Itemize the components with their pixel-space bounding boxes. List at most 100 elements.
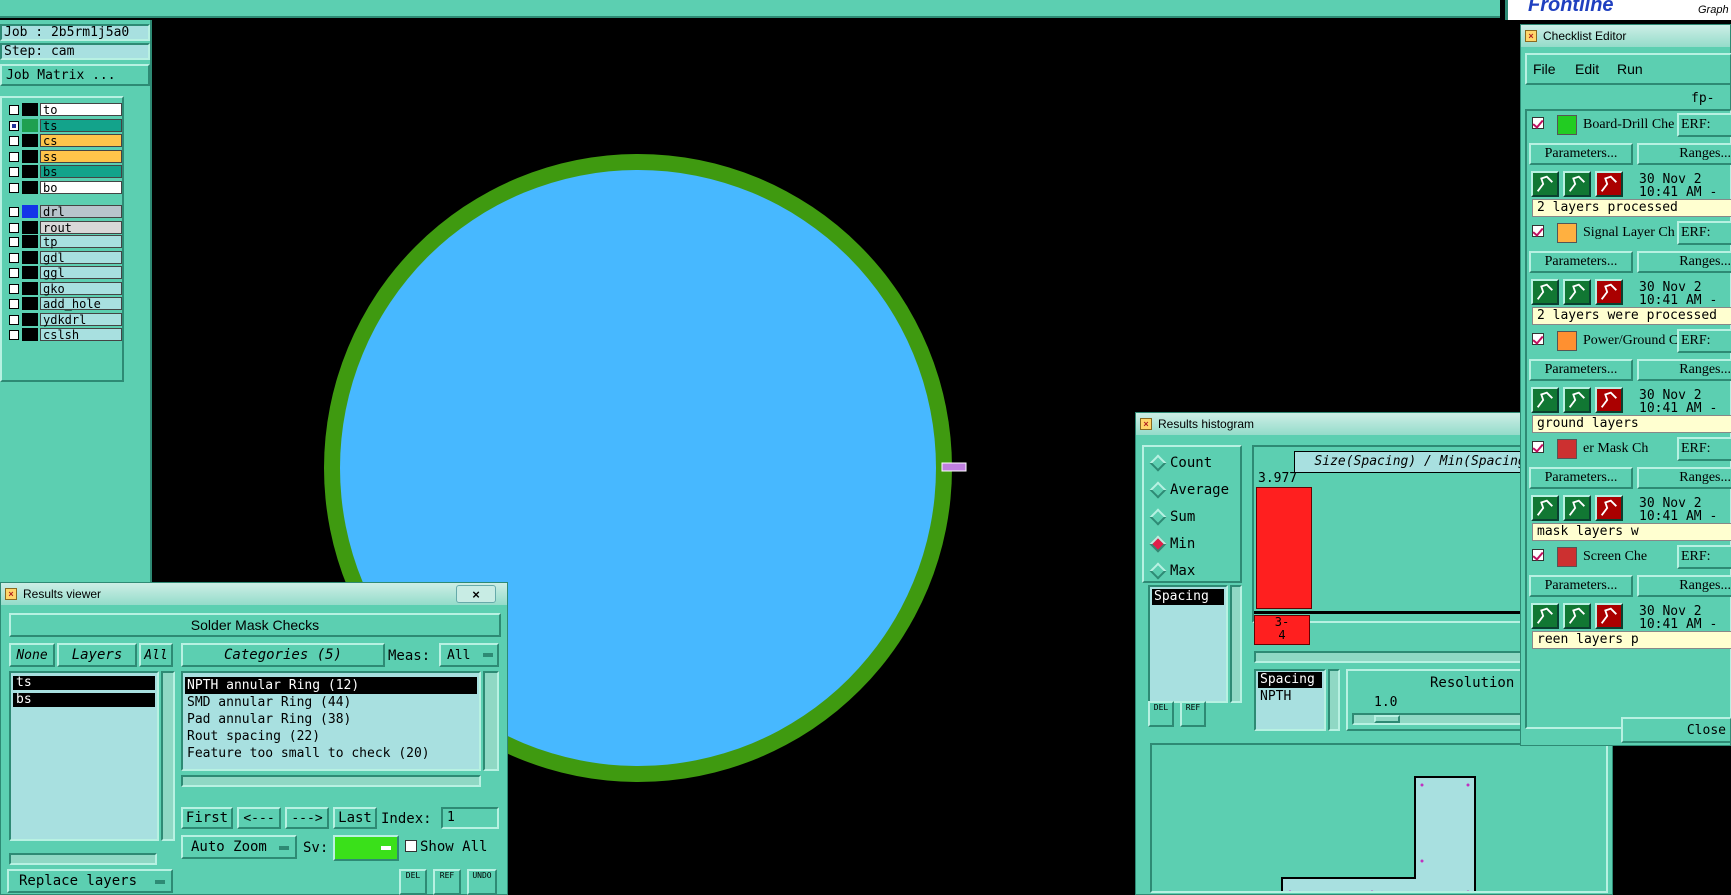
radio-button[interactable] — [1149, 481, 1167, 499]
layer-row-cs[interactable]: cs — [7, 133, 122, 148]
mode-average[interactable]: Average — [1144, 480, 1240, 500]
run-icon[interactable] — [1531, 279, 1559, 305]
del-button[interactable]: DEL — [399, 869, 427, 895]
job-matrix-button[interactable]: Job Matrix ... — [0, 64, 150, 86]
replace-layers-select[interactable]: Replace layers — [7, 869, 173, 893]
layer-checkbox[interactable] — [9, 151, 19, 162]
resolution-slider-thumb[interactable] — [1374, 715, 1400, 723]
layer-checkbox[interactable] — [9, 136, 19, 146]
layers-button[interactable]: Layers — [57, 643, 137, 667]
mode-sum[interactable]: Sum — [1144, 507, 1240, 527]
layer-checkbox[interactable] — [9, 167, 19, 177]
run-icon[interactable] — [1563, 387, 1591, 413]
none-button[interactable]: None — [9, 643, 55, 667]
parameters-button[interactable]: Parameters... — [1529, 359, 1633, 381]
ranges-button[interactable]: Ranges... — [1637, 251, 1731, 273]
category-item[interactable]: Feature too small to check (20) — [185, 745, 477, 762]
layer-row-bs[interactable]: bs — [7, 164, 122, 179]
layer-result-item[interactable]: ts — [13, 676, 155, 690]
show-all-checkbox[interactable] — [405, 840, 417, 852]
first-button[interactable]: First — [181, 807, 233, 829]
menu-file[interactable]: File — [1533, 61, 1556, 77]
mode-count[interactable]: Count — [1144, 453, 1240, 473]
run-icon[interactable] — [1563, 279, 1591, 305]
all-button[interactable]: All — [139, 643, 173, 667]
mode-max[interactable]: Max — [1144, 561, 1240, 581]
layer-row-ydkdrl[interactable]: ydkdrl — [7, 312, 122, 327]
item-enable-checkbox[interactable] — [1532, 441, 1544, 453]
erf-button[interactable]: ERF: — [1677, 221, 1731, 245]
stop-icon[interactable] — [1595, 495, 1623, 521]
item-enable-checkbox[interactable] — [1532, 225, 1544, 237]
layer-checkbox[interactable] — [9, 330, 19, 340]
erf-button[interactable]: ERF: — [1677, 329, 1731, 353]
layer-row-add_hole[interactable]: add_hole — [7, 296, 122, 311]
menu-run[interactable]: Run — [1617, 61, 1643, 77]
stop-icon[interactable] — [1595, 279, 1623, 305]
layer-row-ts[interactable]: ts — [7, 118, 122, 133]
hist-ref-button[interactable]: REF — [1180, 701, 1206, 727]
prev-button[interactable]: <--- — [237, 807, 281, 829]
layer-row-gko[interactable]: gko — [7, 281, 122, 296]
ref-button[interactable]: REF — [433, 869, 461, 895]
index-input[interactable]: 1 — [441, 807, 499, 829]
layer-checkbox[interactable] — [9, 252, 19, 263]
run-icon[interactable] — [1531, 171, 1559, 197]
item-enable-checkbox[interactable] — [1532, 333, 1544, 345]
metric-item[interactable]: Spacing — [1152, 589, 1224, 605]
layer-checkbox[interactable] — [9, 268, 19, 278]
radio-button[interactable] — [1149, 562, 1167, 580]
zoom-select[interactable]: Auto Zoom — [181, 835, 297, 859]
radio-button[interactable] — [1149, 535, 1167, 553]
ranges-button[interactable]: Ranges... — [1637, 467, 1731, 489]
categories-button[interactable]: Categories (5) — [181, 643, 385, 667]
stop-icon[interactable] — [1595, 603, 1623, 629]
layer-row-gdl[interactable]: gdl — [7, 250, 122, 265]
layer-row-bo[interactable]: bo — [7, 180, 122, 195]
category-scrollbar[interactable] — [483, 671, 499, 771]
layer-result-item[interactable]: bs — [13, 693, 155, 707]
metric-list[interactable]: Spacing — [1148, 585, 1228, 703]
item-enable-checkbox[interactable] — [1532, 117, 1544, 129]
layer-row-rout[interactable]: rout — [7, 220, 122, 235]
hist-del-button[interactable]: DEL — [1148, 701, 1174, 727]
parameters-button[interactable]: Parameters... — [1529, 251, 1633, 273]
run-icon[interactable] — [1531, 495, 1559, 521]
run-icon[interactable] — [1531, 387, 1559, 413]
layer-row-ss[interactable]: ss — [7, 149, 122, 164]
radio-button[interactable] — [1149, 508, 1167, 526]
layer-checkbox[interactable] — [9, 182, 19, 193]
layer-row-tp[interactable]: tp — [7, 234, 122, 249]
layer-checkbox[interactable] — [9, 299, 19, 309]
layer-row-to[interactable]: to — [7, 102, 122, 117]
last-button[interactable]: Last — [333, 807, 377, 829]
layer-list-scrollbar[interactable] — [161, 671, 175, 841]
layer-row-drl[interactable]: drl — [7, 204, 122, 219]
stop-icon[interactable] — [1595, 387, 1623, 413]
histogram-bar[interactable] — [1256, 487, 1312, 609]
layer-list-hscrollbar[interactable] — [9, 853, 157, 865]
category-hscrollbar[interactable] — [181, 775, 481, 787]
checklist-close-button[interactable]: Close — [1621, 717, 1731, 743]
category-item[interactable]: SMD annular Ring (44) — [185, 694, 477, 711]
ranges-button[interactable]: Ranges... — [1637, 575, 1731, 597]
parameters-button[interactable]: Parameters... — [1529, 575, 1633, 597]
results-viewer-close-button[interactable]: × — [456, 585, 496, 603]
category-item[interactable]: NPTH annular Ring (12) — [185, 677, 477, 694]
layer-checkbox[interactable] — [9, 120, 19, 131]
layer-row-cslsh[interactable]: cslsh — [7, 327, 122, 342]
layer-row-ggl[interactable]: ggl — [7, 265, 122, 280]
parameters-button[interactable]: Parameters... — [1529, 143, 1633, 165]
mode-min[interactable]: Min — [1144, 534, 1240, 554]
menu-edit[interactable]: Edit — [1575, 61, 1599, 77]
layer-checkbox[interactable] — [9, 314, 19, 325]
category-item[interactable]: Rout spacing (22) — [185, 728, 477, 745]
layer-checkbox[interactable] — [9, 237, 19, 247]
sv-color-select[interactable] — [333, 835, 399, 861]
run-icon[interactable] — [1563, 603, 1591, 629]
layer-checkbox[interactable] — [9, 283, 19, 294]
stop-icon[interactable] — [1595, 171, 1623, 197]
info-scrollbar[interactable] — [1328, 669, 1340, 731]
erf-button[interactable]: ERF: — [1677, 113, 1731, 137]
layer-checkbox[interactable] — [9, 207, 19, 217]
